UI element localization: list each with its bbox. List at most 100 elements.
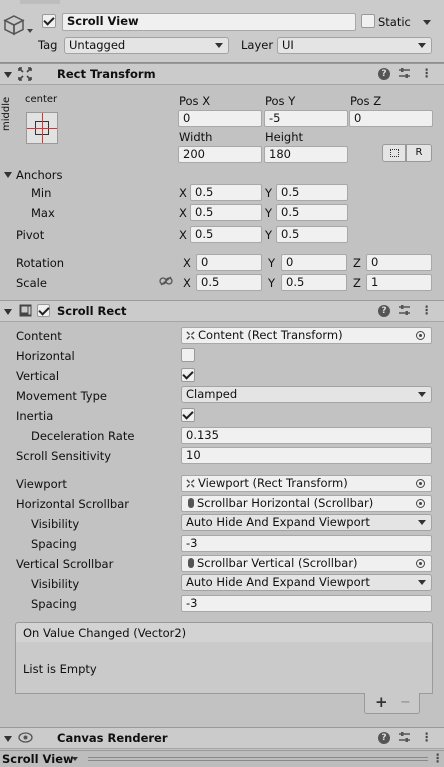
min-y-field[interactable]: 0.5 bbox=[276, 184, 348, 201]
vertical-checkbox[interactable] bbox=[181, 368, 195, 382]
max-y-label: Y bbox=[265, 206, 273, 220]
kebab-menu-icon[interactable]: ⋮ bbox=[421, 66, 433, 80]
event-title: On Value Changed (Vector2) bbox=[23, 626, 187, 640]
help-icon[interactable]: ? bbox=[378, 68, 390, 80]
anchor-preset-top-label: center bbox=[25, 94, 58, 105]
presets-icon[interactable] bbox=[398, 304, 411, 317]
height-field[interactable]: 180 bbox=[264, 146, 348, 163]
posx-field[interactable]: 0 bbox=[178, 110, 262, 127]
object-picker-icon[interactable] bbox=[416, 331, 425, 340]
raw-edit-button[interactable]: R bbox=[406, 144, 432, 162]
min-x-field[interactable]: 0.5 bbox=[190, 184, 262, 201]
vertical-scrollbar-label: Vertical Scrollbar bbox=[16, 557, 114, 571]
rot-x-label: X bbox=[183, 256, 191, 270]
horizontal-scrollbar-value: Scrollbar Horizontal (Scrollbar) bbox=[197, 496, 374, 510]
chevron-down-icon bbox=[418, 520, 426, 525]
inertia-label: Inertia bbox=[16, 409, 54, 423]
movement-type-label: Movement Type bbox=[16, 389, 107, 403]
object-picker-icon[interactable] bbox=[416, 499, 425, 508]
active-checkbox[interactable] bbox=[42, 14, 56, 28]
horizontal-scrollbar-field[interactable]: Scrollbar Horizontal (Scrollbar) bbox=[181, 495, 432, 512]
chevron-down-icon bbox=[418, 580, 426, 585]
min-x-label: X bbox=[179, 186, 187, 200]
static-label: Static bbox=[378, 15, 411, 29]
pivot-y-field[interactable]: 0.5 bbox=[276, 226, 348, 243]
pivot-x-field[interactable]: 0.5 bbox=[190, 226, 262, 243]
blueprint-icon bbox=[390, 149, 399, 157]
v-visibility-value: Auto Hide And Expand Viewport bbox=[186, 575, 370, 589]
h-spacing-field[interactable]: -3 bbox=[181, 535, 432, 552]
preview-drag-handle[interactable] bbox=[88, 757, 428, 761]
deceleration-field[interactable]: 0.135 bbox=[181, 427, 432, 444]
scroll-sensitivity-field[interactable]: 10 bbox=[181, 447, 432, 464]
kebab-menu-icon[interactable]: ⋮ bbox=[432, 751, 444, 765]
horizontal-checkbox[interactable] bbox=[181, 348, 195, 362]
rot-y-label: Y bbox=[268, 256, 276, 270]
h-visibility-dropdown[interactable]: Auto Hide And Expand Viewport bbox=[181, 514, 432, 531]
width-field[interactable]: 200 bbox=[178, 146, 262, 163]
foldout-arrow-icon[interactable] bbox=[4, 72, 12, 78]
rect-transform-icon bbox=[18, 67, 32, 81]
preview-object-dropdown[interactable]: Scroll View bbox=[2, 752, 82, 766]
kebab-menu-icon[interactable]: ⋮ bbox=[421, 730, 433, 744]
tag-value: Untagged bbox=[69, 38, 126, 52]
scrollbar-icon bbox=[188, 498, 194, 508]
help-icon[interactable]: ? bbox=[378, 305, 390, 317]
anchor-preset-button[interactable] bbox=[26, 112, 58, 144]
scale-x-label: X bbox=[183, 276, 191, 290]
movement-type-dropdown[interactable]: Clamped bbox=[181, 386, 432, 403]
event-empty-text: List is Empty bbox=[23, 662, 97, 676]
blueprint-button[interactable] bbox=[382, 144, 406, 162]
gameobject-name-field[interactable]: Scroll View bbox=[62, 13, 356, 31]
static-checkbox[interactable] bbox=[361, 14, 375, 28]
presets-icon[interactable] bbox=[398, 731, 411, 744]
max-x-field[interactable]: 0.5 bbox=[190, 204, 262, 221]
help-icon[interactable]: ? bbox=[378, 732, 390, 744]
deceleration-label: Deceleration Rate bbox=[31, 429, 135, 443]
rot-x-field[interactable]: 0 bbox=[196, 254, 262, 271]
vertical-scrollbar-field[interactable]: Scrollbar Vertical (Scrollbar) bbox=[181, 555, 432, 572]
rect-transform-title: Rect Transform bbox=[57, 67, 156, 81]
tag-label: Tag bbox=[38, 38, 58, 52]
add-event-button[interactable]: + bbox=[375, 693, 388, 712]
layer-dropdown[interactable]: UI bbox=[277, 37, 432, 54]
constrain-proportions-icon[interactable] bbox=[159, 276, 173, 286]
static-dropdown-arrow[interactable] bbox=[423, 20, 431, 25]
height-label: Height bbox=[265, 130, 304, 144]
foldout-arrow-icon[interactable] bbox=[4, 309, 12, 315]
posz-field[interactable]: 0 bbox=[349, 110, 433, 127]
rot-z-field[interactable]: 0 bbox=[366, 254, 432, 271]
chevron-down-icon bbox=[418, 43, 426, 48]
content-label: Content bbox=[16, 329, 62, 343]
scrollbar-icon bbox=[188, 558, 194, 568]
h-visibility-value: Auto Hide And Expand Viewport bbox=[186, 515, 370, 529]
vertical-scrollbar-value: Scrollbar Vertical (Scrollbar) bbox=[197, 556, 358, 570]
viewport-object-field[interactable]: Viewport (Rect Transform) bbox=[181, 475, 432, 492]
max-y-field[interactable]: 0.5 bbox=[276, 204, 348, 221]
scroll-rect-enabled-checkbox[interactable] bbox=[37, 304, 50, 317]
content-object-field[interactable]: Content (Rect Transform) bbox=[181, 327, 432, 344]
icon-dropdown-arrow[interactable] bbox=[27, 29, 33, 33]
scroll-rect-title: Scroll Rect bbox=[57, 304, 127, 318]
posy-field[interactable]: -5 bbox=[264, 110, 348, 127]
object-picker-icon[interactable] bbox=[416, 479, 425, 488]
v-spacing-field[interactable]: -3 bbox=[181, 595, 432, 612]
scale-z-field[interactable]: 1 bbox=[366, 274, 432, 291]
rot-y-field[interactable]: 0 bbox=[281, 254, 347, 271]
scale-z-label: Z bbox=[353, 276, 361, 290]
foldout-arrow-icon[interactable] bbox=[4, 736, 12, 742]
scale-x-field[interactable]: 0.5 bbox=[196, 274, 262, 291]
remove-event-button[interactable]: − bbox=[400, 693, 411, 712]
v-visibility-dropdown[interactable]: Auto Hide And Expand Viewport bbox=[181, 574, 432, 591]
inertia-checkbox[interactable] bbox=[181, 408, 195, 422]
rect-transform-icon bbox=[186, 331, 195, 340]
kebab-menu-icon[interactable]: ⋮ bbox=[421, 303, 433, 317]
anchors-foldout-arrow-icon[interactable] bbox=[4, 172, 12, 178]
tag-dropdown[interactable]: Untagged bbox=[64, 37, 229, 54]
object-picker-icon[interactable] bbox=[416, 559, 425, 568]
horizontal-label: Horizontal bbox=[16, 349, 75, 363]
presets-icon[interactable] bbox=[398, 67, 411, 80]
scale-y-field[interactable]: 0.5 bbox=[281, 274, 347, 291]
chevron-down-icon bbox=[72, 757, 78, 761]
anchor-preset-vline bbox=[42, 113, 43, 143]
